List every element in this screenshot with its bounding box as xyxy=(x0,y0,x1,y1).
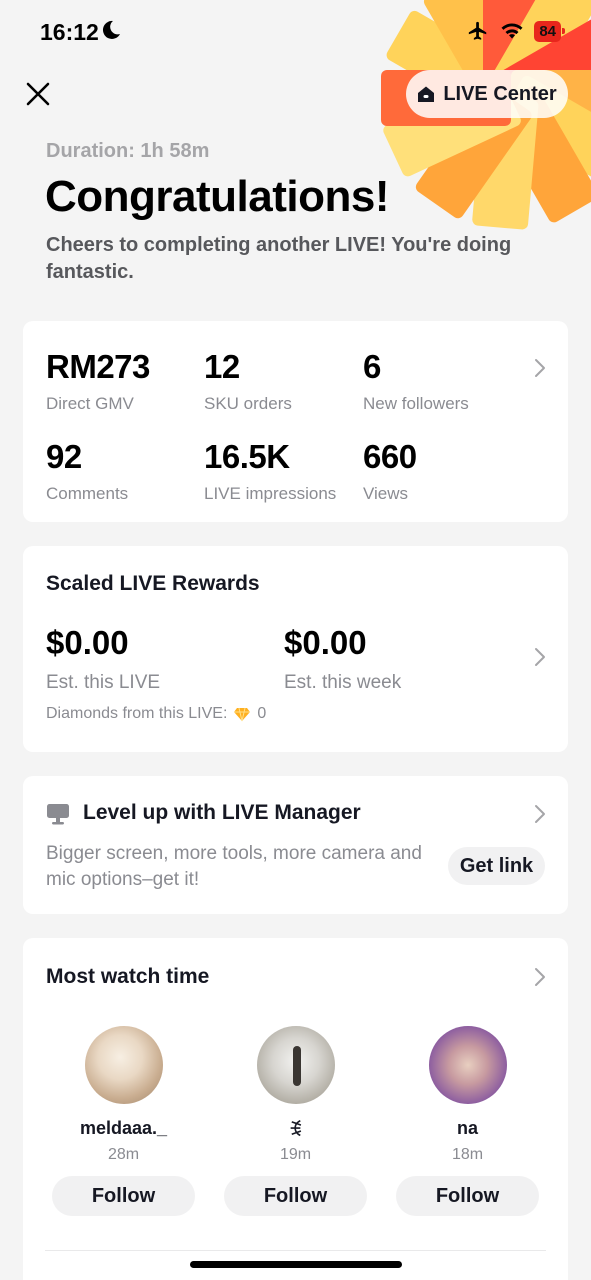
chevron-right-icon[interactable] xyxy=(534,967,546,987)
viewer-watch-time: 28m xyxy=(107,1146,140,1163)
reward-this-live: $0.00 Est. this LIVE xyxy=(46,624,160,694)
stat-value: 12 xyxy=(204,348,240,385)
stat-direct-gmv: RM273 Direct GMV xyxy=(46,348,150,414)
avatar[interactable] xyxy=(256,1026,335,1104)
stat-views: 660 Views xyxy=(363,438,417,504)
live-center-label: LIVE Center xyxy=(443,82,557,105)
stat-label: SKU orders xyxy=(204,394,292,413)
close-icon[interactable] xyxy=(24,80,52,108)
live-center-button[interactable]: LIVE Center xyxy=(406,70,568,118)
divider xyxy=(45,1250,546,1251)
most-watch-time-card: Most watch time meldaaa._ 28m Follow ꉂ 1… xyxy=(23,938,568,1280)
diamonds-label: Diamonds from this LIVE: xyxy=(46,705,228,722)
viewer-card: meldaaa._ 28m Follow xyxy=(52,1026,195,1216)
page-title: Congratulations! xyxy=(45,172,389,221)
stat-value: 92 xyxy=(46,438,82,475)
monitor-icon xyxy=(47,804,69,825)
stat-sku-orders: 12 SKU orders xyxy=(204,348,292,414)
stat-comments: 92 Comments xyxy=(46,438,128,504)
stat-value: RM273 xyxy=(46,348,150,385)
viewer-watch-time: 19m xyxy=(279,1146,312,1163)
stat-label: New followers xyxy=(363,394,469,413)
page-subtitle: Cheers to completing another LIVE! You'r… xyxy=(46,234,512,283)
wifi-icon xyxy=(501,23,523,39)
stat-label: Direct GMV xyxy=(46,394,134,413)
chevron-right-icon[interactable] xyxy=(534,358,546,378)
home-icon xyxy=(418,86,435,102)
reward-this-week: $0.00 Est. this week xyxy=(284,624,401,694)
status-time: 16:12 xyxy=(40,19,99,45)
live-duration: Duration: 1h 58m xyxy=(46,140,210,162)
stat-new-followers: 6 New followers xyxy=(363,348,469,414)
follow-button[interactable]: Follow xyxy=(396,1176,539,1216)
rewards-title: Scaled LIVE Rewards xyxy=(46,572,260,595)
stat-value: 6 xyxy=(363,348,381,385)
viewer-card: na 18m Follow xyxy=(396,1026,539,1216)
stat-label: Comments xyxy=(46,484,129,503)
diamonds-row: Diamonds from this LIVE: 0 xyxy=(46,705,266,723)
live-manager-card[interactable]: Level up with LIVE Manager Bigger screen… xyxy=(23,776,568,914)
reward-label: Est. this week xyxy=(284,672,402,693)
reward-label: Est. this LIVE xyxy=(46,672,161,693)
diamond-icon xyxy=(234,707,251,721)
follow-button[interactable]: Follow xyxy=(224,1176,367,1216)
stat-label: LIVE impressions xyxy=(204,484,337,503)
live-stats-card[interactable]: RM273 Direct GMV 12 SKU orders 6 New fol… xyxy=(23,321,568,522)
battery-indicator: 84 xyxy=(534,20,565,42)
moon-icon xyxy=(102,20,120,39)
avatar[interactable] xyxy=(428,1026,507,1104)
reward-value: $0.00 xyxy=(46,624,129,661)
most-watch-time-title: Most watch time xyxy=(46,965,210,988)
follow-button[interactable]: Follow xyxy=(52,1176,195,1216)
viewer-card: ꉂ 19m Follow xyxy=(224,1026,367,1216)
status-bar: 16:12 84 xyxy=(0,0,591,64)
chevron-right-icon[interactable] xyxy=(534,804,546,824)
viewer-watch-time: 18m xyxy=(451,1146,484,1163)
live-manager-title: Level up with LIVE Manager xyxy=(83,801,361,824)
diamonds-value: 0 xyxy=(257,705,267,722)
get-link-button[interactable]: Get link xyxy=(448,847,545,885)
viewer-name[interactable]: meldaaa._ xyxy=(52,1118,195,1140)
stat-label: Views xyxy=(363,484,409,503)
avatar[interactable] xyxy=(84,1026,163,1104)
stat-value: 16.5K xyxy=(204,438,290,475)
airplane-icon xyxy=(469,21,487,40)
viewer-name[interactable]: ꉂ xyxy=(224,1118,367,1140)
stat-live-impressions: 16.5K LIVE impressions xyxy=(204,438,336,504)
home-indicator xyxy=(190,1261,402,1268)
live-rewards-card[interactable]: Scaled LIVE Rewards $0.00 Est. this LIVE… xyxy=(23,546,568,752)
live-manager-description: Bigger screen, more tools, more camera a… xyxy=(46,843,422,890)
chevron-right-icon[interactable] xyxy=(534,647,546,667)
viewer-name[interactable]: na xyxy=(396,1118,539,1140)
stat-value: 660 xyxy=(363,438,417,475)
reward-value: $0.00 xyxy=(284,624,367,661)
